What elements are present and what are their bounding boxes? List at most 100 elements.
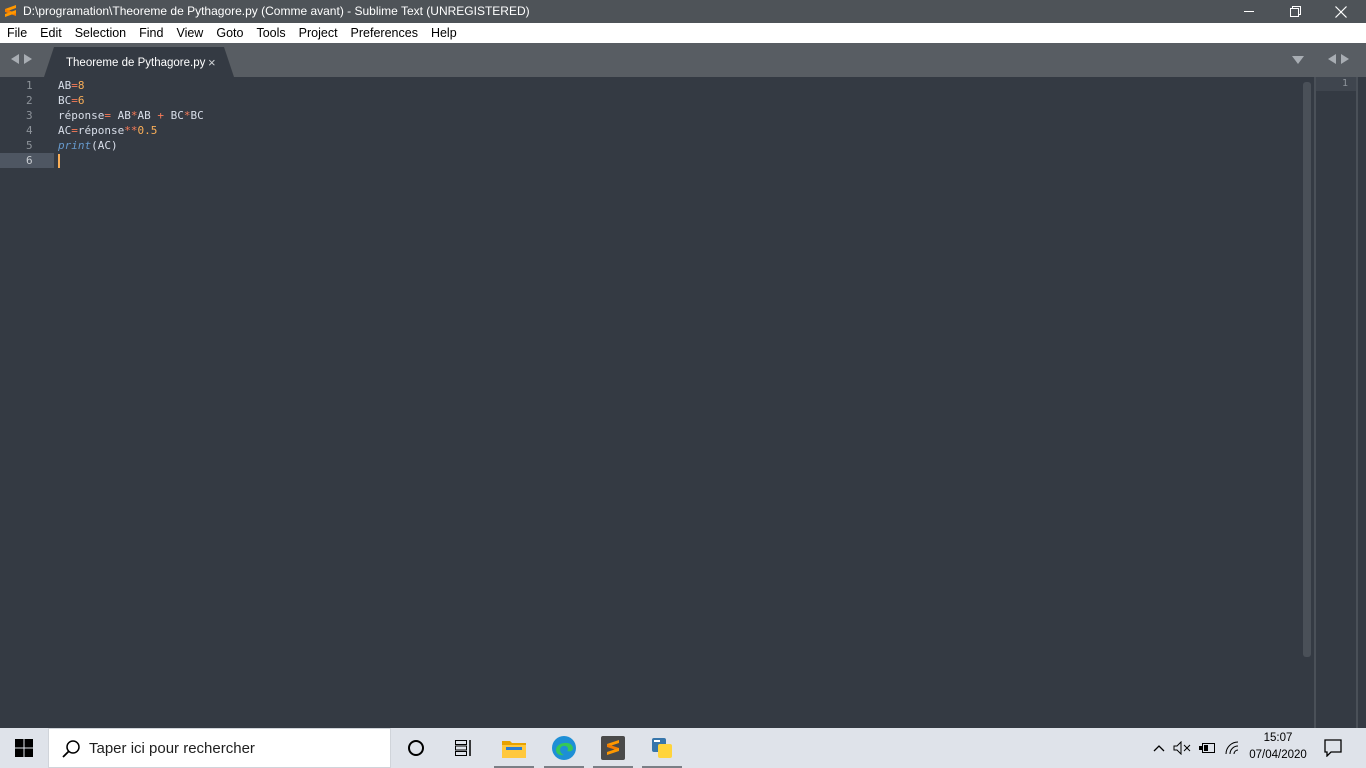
- vertical-scrollbar[interactable]: [1303, 82, 1311, 657]
- operator: =: [71, 94, 78, 107]
- chevron-up-icon: [1153, 745, 1165, 752]
- arrow-right-icon[interactable]: [24, 54, 32, 64]
- start-button[interactable]: [0, 728, 48, 768]
- restore-button[interactable]: [1272, 0, 1318, 23]
- menu-help[interactable]: Help: [425, 23, 463, 43]
- close-icon: [1335, 5, 1347, 18]
- search-icon: [62, 740, 80, 758]
- number-literal: 8: [77, 79, 85, 92]
- code-line-2: BC=6: [58, 93, 1298, 108]
- restore-icon: [1289, 6, 1301, 17]
- code-line-5: print(AC): [58, 138, 1298, 153]
- task-view-icon: [455, 740, 471, 756]
- menu-project[interactable]: Project: [293, 23, 344, 43]
- python-button[interactable]: [638, 728, 686, 768]
- line-number-gutter: 1 2 3 4 5 6: [0, 78, 54, 168]
- menu-edit[interactable]: Edit: [34, 23, 68, 43]
- close-button[interactable]: [1318, 0, 1364, 23]
- operator: =: [104, 109, 111, 122]
- menu-file[interactable]: File: [0, 23, 33, 43]
- number-literal: 0.5: [137, 124, 158, 137]
- minimap-line-number: 1: [1342, 78, 1349, 89]
- line-number: 1: [26, 79, 33, 92]
- menu-selection[interactable]: Selection: [69, 23, 132, 43]
- battery-button[interactable]: [1196, 728, 1218, 768]
- action-center-button[interactable]: [1318, 728, 1348, 768]
- windows-start-icon: [15, 739, 33, 757]
- cortana-button[interactable]: [392, 728, 440, 768]
- tab-theoreme-de-pythagore[interactable]: Theoreme de Pythagore.py ×: [44, 47, 234, 77]
- code-line-3: réponse= AB*AB + BC*BC: [58, 108, 1298, 123]
- cortana-icon: [408, 740, 424, 756]
- sublime-text-icon: [601, 736, 625, 760]
- minimap[interactable]: [1316, 77, 1356, 91]
- arrow-right-icon[interactable]: [1341, 54, 1349, 64]
- tab-scroll-nav: [1328, 54, 1349, 64]
- menu-tools[interactable]: Tools: [250, 23, 291, 43]
- call-arguments: (AC): [91, 139, 118, 152]
- wifi-icon: [1225, 741, 1239, 755]
- arrow-left-icon[interactable]: [11, 54, 19, 64]
- number-literal: 6: [77, 94, 85, 107]
- menu-find[interactable]: Find: [133, 23, 169, 43]
- tab-history-nav: [11, 54, 32, 64]
- code-line-1: AB=8: [58, 78, 1298, 93]
- identifier: AB: [58, 79, 72, 92]
- search-placeholder: Taper ici pour rechercher: [89, 740, 255, 757]
- window-title: D:\programation\Theoreme de Pythagore.py…: [23, 4, 530, 18]
- identifier: BC: [163, 109, 184, 122]
- editor-area[interactable]: 1 2 3 4 5 6 AB=8 BC=6 réponse= AB*AB + B…: [0, 77, 1366, 728]
- notifications-icon: [1324, 739, 1342, 757]
- edge-icon: [552, 736, 576, 760]
- code-line-4: AC=réponse**0.5: [58, 123, 1298, 138]
- line-number: 2: [26, 94, 33, 107]
- file-explorer-icon: [502, 741, 526, 758]
- clock-date: 07/04/2020: [1249, 749, 1307, 761]
- line-number-active: 6: [0, 153, 54, 168]
- operator: =: [71, 79, 78, 92]
- edge-button[interactable]: [540, 728, 588, 768]
- tab-label: Theoreme de Pythagore.py: [66, 57, 206, 69]
- identifier: BC: [190, 109, 204, 122]
- operator: +: [157, 109, 164, 122]
- identifier: AB: [137, 109, 158, 122]
- menu-goto[interactable]: Goto: [210, 23, 249, 43]
- function-name: print: [58, 139, 92, 152]
- menu-bar: File Edit Selection Find View Goto Tools…: [0, 23, 1366, 43]
- minimize-button[interactable]: [1226, 0, 1272, 23]
- chevron-down-icon: [1292, 56, 1304, 64]
- tab-bar: Theoreme de Pythagore.py ×: [0, 43, 1366, 77]
- file-explorer-button[interactable]: [490, 728, 538, 768]
- volume-muted-icon: [1173, 741, 1191, 755]
- python-icon: [652, 738, 672, 758]
- battery-icon: [1199, 743, 1215, 753]
- code-line-6: [58, 153, 1298, 168]
- network-button[interactable]: [1221, 728, 1243, 768]
- menu-view[interactable]: View: [170, 23, 209, 43]
- identifier: BC: [58, 94, 72, 107]
- identifier: réponse: [77, 124, 125, 137]
- show-hidden-icons-button[interactable]: [1148, 728, 1170, 768]
- editor-right-border: [1356, 77, 1358, 728]
- clock-time: 15:07: [1263, 732, 1293, 744]
- menu-preferences[interactable]: Preferences: [345, 23, 424, 43]
- volume-button[interactable]: [1171, 728, 1193, 768]
- task-view-button[interactable]: [440, 728, 488, 768]
- tab-close-icon[interactable]: ×: [208, 56, 216, 69]
- taskbar: Taper ici pour rechercher 15:07 07/04/20…: [0, 728, 1366, 768]
- taskbar-search-box[interactable]: Taper ici pour rechercher: [48, 728, 391, 768]
- identifier: réponse: [58, 109, 105, 122]
- sublime-text-button[interactable]: [589, 728, 637, 768]
- line-number: 5: [26, 139, 33, 152]
- text-cursor: [58, 154, 60, 168]
- title-bar: D:\programation\Theoreme de Pythagore.py…: [0, 0, 1366, 23]
- operator: =: [71, 124, 78, 137]
- taskbar-clock[interactable]: 15:07 07/04/2020: [1243, 730, 1313, 764]
- code-text[interactable]: AB=8 BC=6 réponse= AB*AB + BC*BC AC=répo…: [58, 78, 1298, 168]
- sublime-app-icon: [5, 5, 16, 17]
- line-number: 4: [26, 124, 33, 137]
- arrow-left-icon[interactable]: [1328, 54, 1336, 64]
- identifier: AC: [58, 124, 72, 137]
- tab-list-dropdown[interactable]: [1292, 56, 1304, 64]
- line-number: 3: [26, 109, 33, 122]
